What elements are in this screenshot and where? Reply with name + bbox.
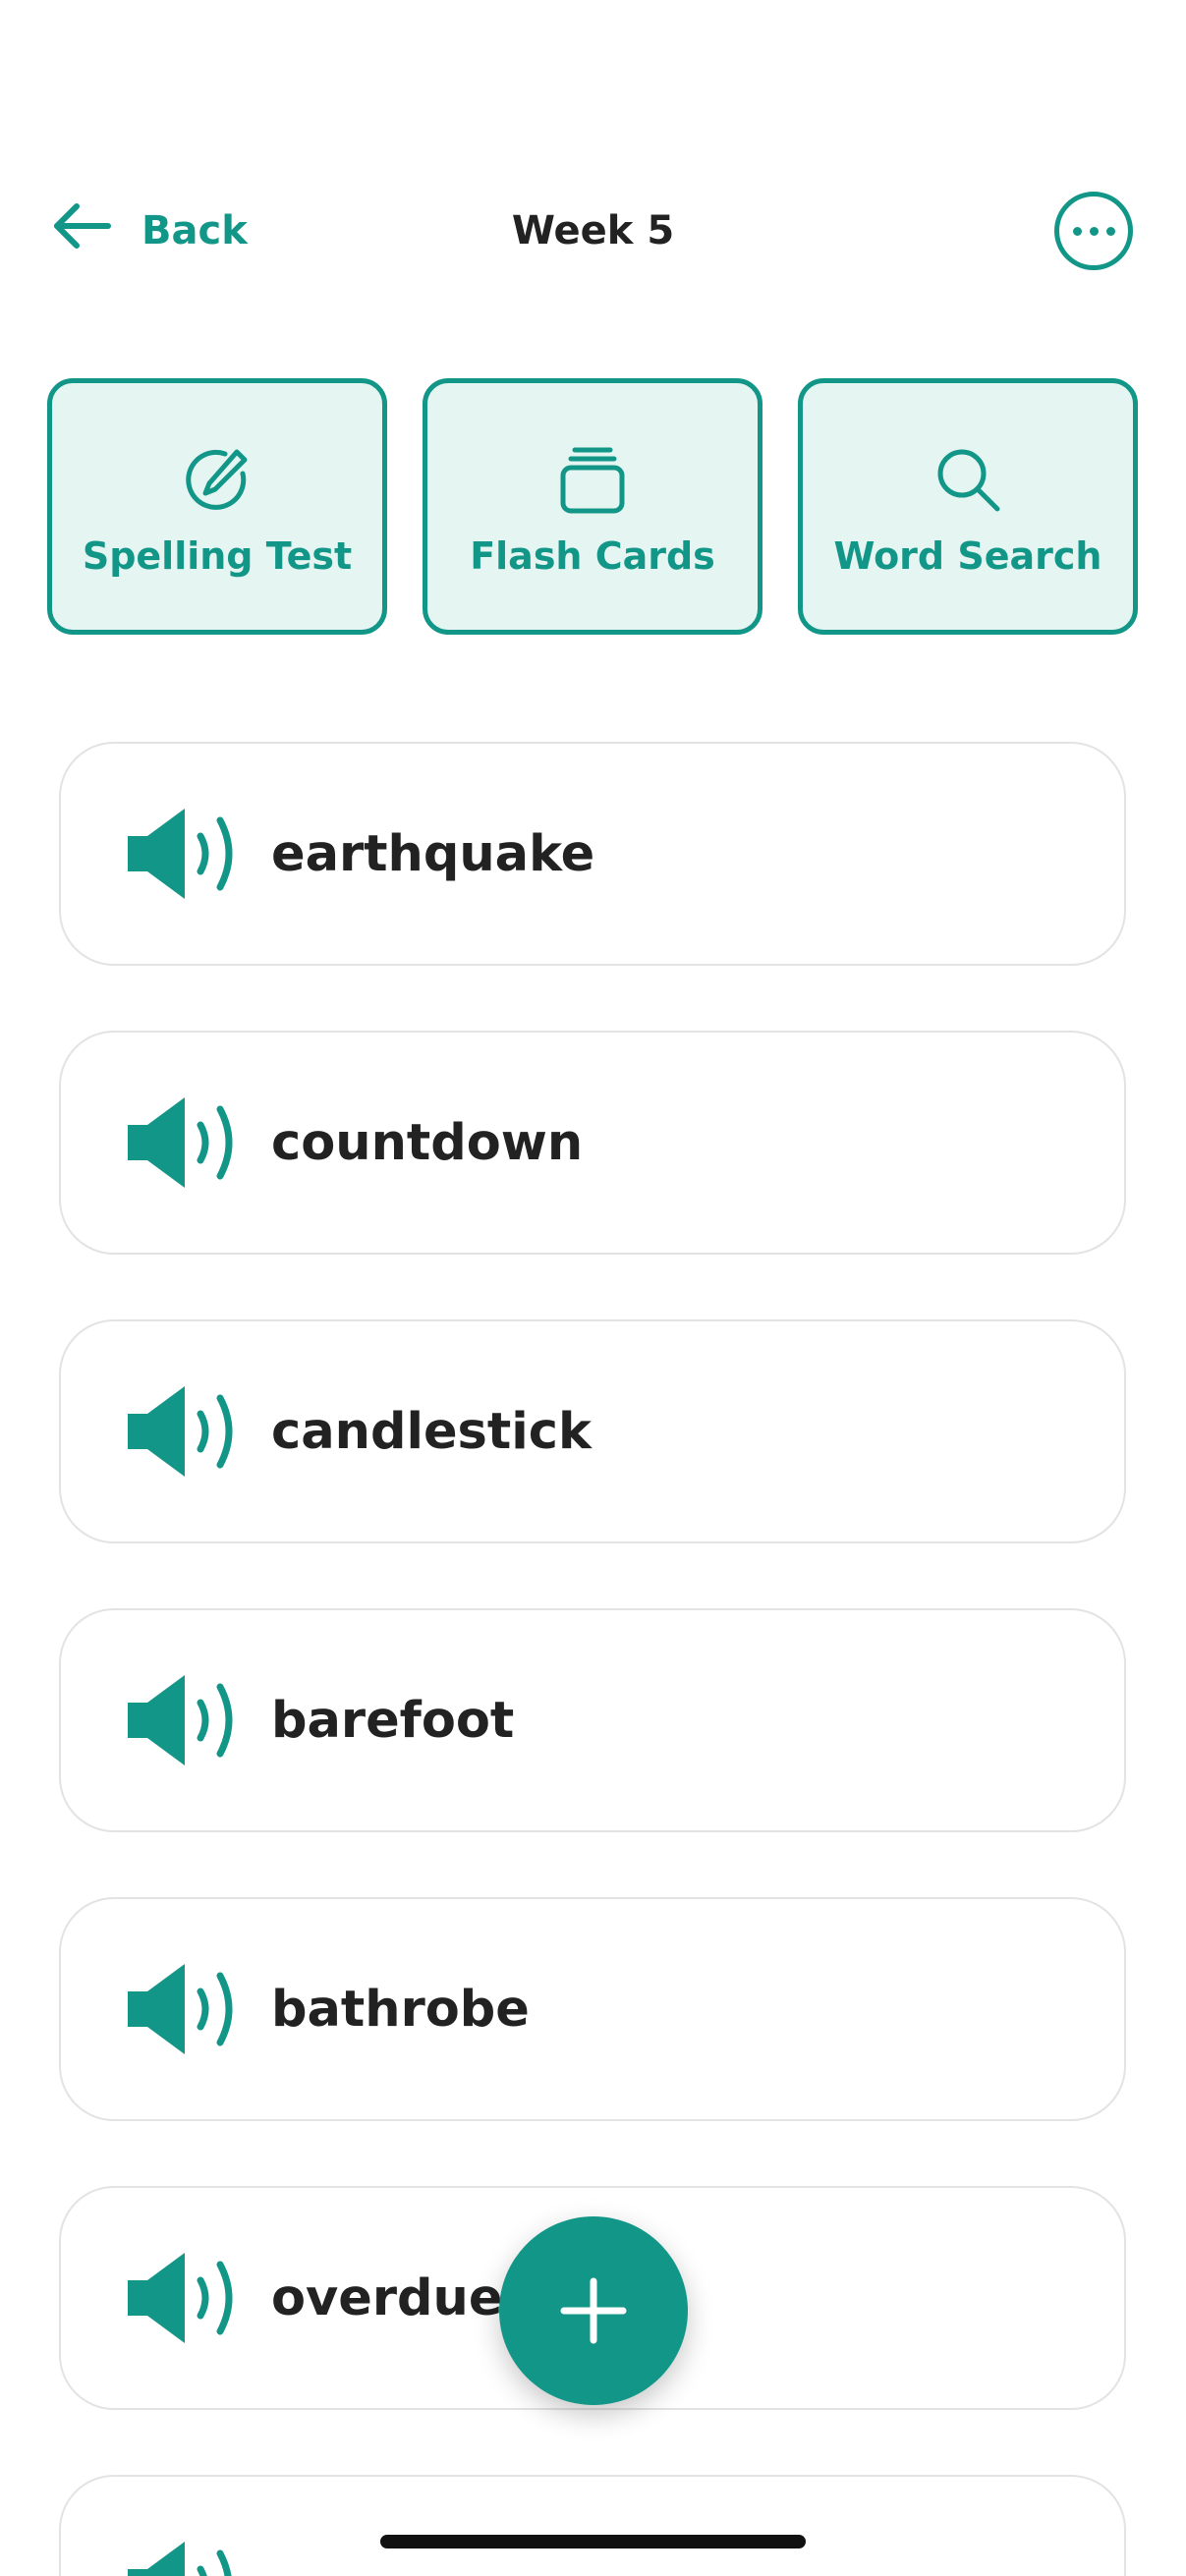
pencil-circle-icon [178,442,256,517]
word-row[interactable]: candlestick [59,1319,1126,1543]
home-indicator[interactable] [380,2535,806,2548]
word-row[interactable]: barefoot [59,1608,1126,1832]
word-text: candlestick [271,1402,592,1461]
word-row[interactable]: bathrobe [59,1897,1126,2121]
speaker-icon[interactable] [126,1386,240,1477]
word-row[interactable]: earthquake [59,742,1126,966]
word-text: countdown [271,1113,584,1172]
back-label: Back [141,208,248,253]
plus-icon [560,2277,627,2344]
flash-cards-button[interactable]: Flash Cards [423,378,762,635]
speaker-icon[interactable] [126,809,240,899]
speaker-icon[interactable] [126,2542,240,2576]
word-search-button[interactable]: Word Search [798,378,1138,635]
spelling-test-label: Spelling Test [82,534,353,578]
ellipsis-icon [1072,226,1082,236]
speaker-icon[interactable] [126,1964,240,2054]
speaker-icon[interactable] [126,1097,240,1188]
spelling-test-button[interactable]: Spelling Test [47,378,387,635]
word-text: overdue [271,2268,503,2327]
word-list-screen: Week 5 Back Spelling Test Flash Cards Wo… [0,0,1186,2576]
word-text: earthquake [271,824,595,883]
search-icon [929,442,1007,517]
cards-stack-icon [553,442,632,517]
more-options-button[interactable] [1054,192,1133,270]
word-row[interactable]: ... [59,2475,1126,2576]
word-text: barefoot [271,1691,515,1750]
back-button[interactable]: Back [51,192,248,270]
header: Week 5 Back [0,192,1186,270]
speaker-icon[interactable] [126,1675,240,1765]
word-row[interactable]: countdown [59,1031,1126,1255]
word-text: ... [271,2477,328,2576]
speaker-icon[interactable] [126,2253,240,2343]
arrow-left-icon [51,202,114,259]
word-text: bathrobe [271,1980,530,2039]
add-word-button[interactable] [499,2216,688,2405]
word-search-label: Word Search [833,534,1102,578]
flash-cards-label: Flash Cards [470,534,715,578]
